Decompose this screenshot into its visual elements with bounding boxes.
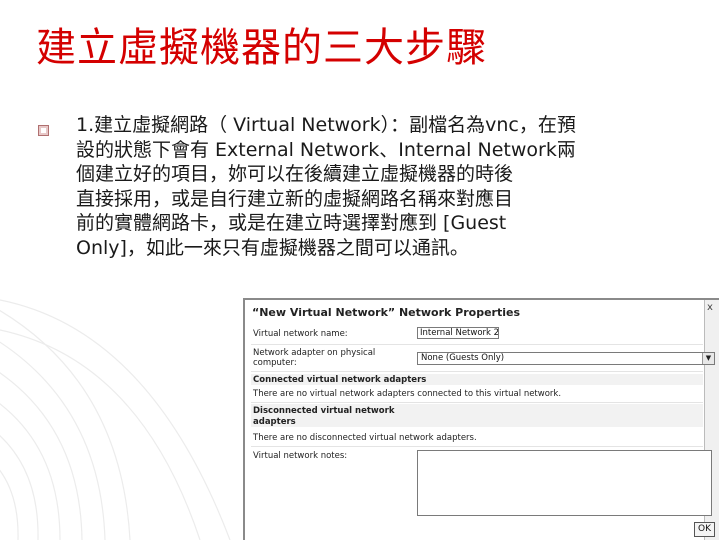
bullet-line: 前的實體網路卡，或是在建立時選擇對應到 [Guest: [76, 212, 507, 234]
adapter-label-line2: computer:: [253, 358, 297, 368]
disconnected-header-line2: adapters: [253, 417, 296, 427]
connected-adapters-text: There are no virtual network adapters co…: [253, 389, 562, 399]
bullet-marker: [38, 125, 49, 136]
bullet-line: 設的狀態下會有 External Network、Internal Networ…: [76, 138, 576, 161]
network-name-input[interactable]: Internal Network 2: [417, 327, 499, 339]
bullet-line: 個建立好的項目，妳可以在後續建立虛擬機器的時後: [76, 163, 514, 185]
adapter-select-value: None (Guests Only): [421, 353, 505, 363]
adapter-select[interactable]: None (Guests Only) ▼: [417, 352, 715, 365]
network-name-label: Virtual network name:: [253, 329, 348, 339]
dialog-title: “New Virtual Network” Network Properties: [252, 306, 521, 319]
divider: [251, 402, 703, 403]
bullet-line: 1.建立虛擬網路（ Virtual Network）：副檔名為vnc，在預: [76, 114, 576, 136]
disconnected-header-line1: Disconnected virtual network: [253, 406, 395, 416]
close-icon[interactable]: x: [704, 302, 716, 314]
disconnected-adapters-text: There are no disconnected virtual networ…: [253, 433, 477, 443]
bullet-text: 1.建立虛擬網路（ Virtual Network）：副檔名為vnc，在預 設的…: [76, 113, 691, 260]
ok-button[interactable]: OK: [694, 522, 715, 537]
bullet-line: 直接採用，或是自行建立新的虛擬網路名稱來對應目: [76, 187, 514, 210]
adapter-label-line1: Network adapter on physical: [253, 348, 376, 358]
divider: [251, 446, 703, 447]
slide-title: 建立虛擬機器的三大步驟: [36, 25, 487, 71]
network-properties-dialog: “New Virtual Network” Network Properties…: [243, 298, 719, 540]
divider: [251, 344, 703, 345]
connected-adapters-header: Connected virtual network adapters: [253, 375, 427, 385]
bullet-line: Only]，如此一來只有虛擬機器之間可以通訊。: [76, 236, 469, 259]
notes-label: Virtual network notes:: [253, 451, 348, 461]
divider: [251, 371, 703, 372]
chevron-down-icon[interactable]: ▼: [702, 353, 714, 364]
network-notes-textarea[interactable]: [417, 450, 712, 516]
